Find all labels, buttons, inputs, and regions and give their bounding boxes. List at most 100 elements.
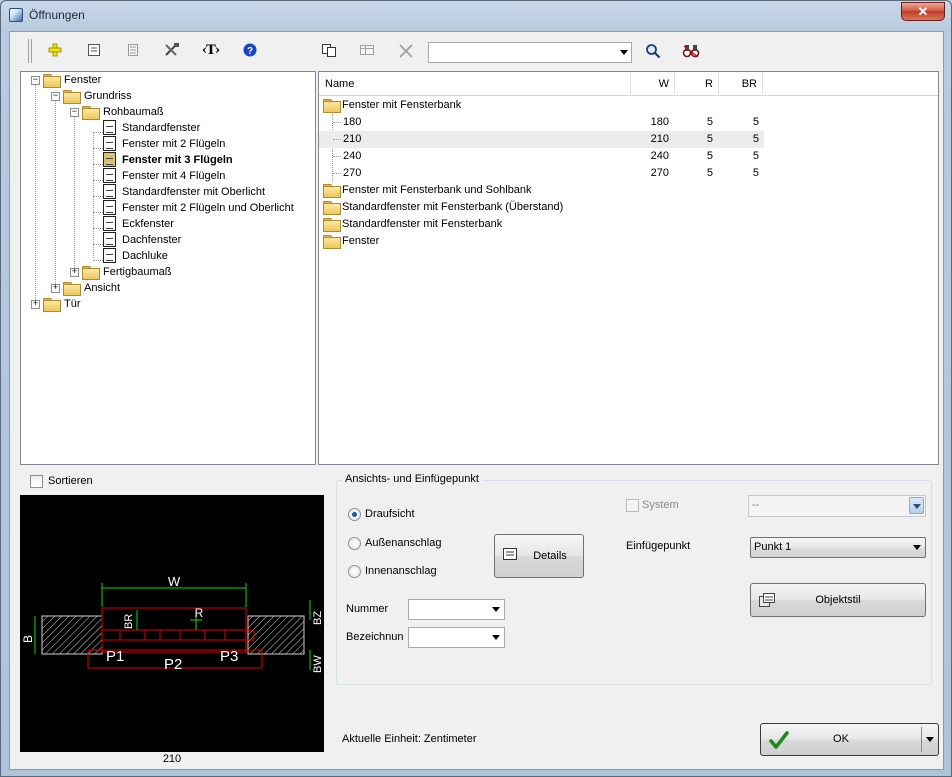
tree-item-fenster-3-fluegel[interactable]: Fenster mit 3 Flügeln	[103, 152, 235, 168]
list-row[interactable]: 180 180 5 5	[319, 114, 764, 131]
tools-icon[interactable]	[161, 41, 183, 61]
list-cell-w: 270	[650, 167, 669, 179]
search-icon[interactable]	[642, 41, 664, 61]
list-folder[interactable]: Standardfenster mit Fensterbank (Übersta…	[323, 199, 563, 216]
list-folder[interactable]: Fenster mit Fensterbank und Sohlbank	[323, 182, 532, 199]
sash-outline	[101, 629, 255, 641]
window-document-icon	[103, 120, 116, 135]
radio-innenanschlag[interactable]	[348, 565, 361, 578]
system-value: --	[752, 499, 760, 511]
tree-expand-ansicht[interactable]: +	[51, 284, 60, 293]
close-button[interactable]: ✕	[901, 2, 945, 21]
einfuegepunkt-dropdown[interactable]: Punkt 1	[750, 537, 926, 558]
tree-node-grundriss[interactable]: Grundriss	[63, 88, 134, 104]
window-document-icon	[103, 152, 116, 167]
radio-draufsicht[interactable]	[348, 508, 361, 521]
folder-icon	[323, 201, 341, 215]
dialog-window: Öffnungen ✕ ‹T› ? − Fenster − Grundriss …	[0, 0, 952, 777]
ok-dropdown-chevron-icon[interactable]	[926, 737, 934, 742]
tree-node-tuer[interactable]: Tür	[43, 296, 83, 312]
list-icon[interactable]	[122, 41, 144, 61]
sort-checkbox[interactable]	[30, 475, 43, 488]
window-preview-drawing: W R BR B BZ BW P1 P2 P3	[21, 574, 324, 673]
tree-item-label: Fenster mit 3 Flügeln	[120, 152, 235, 168]
tree-node-label: Fertigbaumaß	[103, 266, 172, 278]
column-header-w[interactable]: W	[631, 72, 675, 96]
list-cell-r: 5	[706, 133, 713, 145]
wall-right	[247, 615, 305, 655]
tree-item-fenster-2-fluegel[interactable]: Fenster mit 2 Flügeln	[103, 136, 227, 152]
tree-item-dachfenster[interactable]: Dachfenster	[103, 232, 183, 248]
ok-label: OK	[833, 733, 849, 745]
toolbar-grip[interactable]	[28, 39, 32, 63]
system-checkbox[interactable]	[626, 499, 639, 512]
tree-item-eckfenster[interactable]: Eckfenster	[103, 216, 176, 232]
tree-item-label: Standardfenster	[122, 122, 201, 134]
list-header: Name W R BR	[319, 72, 938, 96]
help-icon[interactable]: ?	[239, 41, 261, 61]
list-row[interactable]: 240 240 5 5	[319, 148, 764, 165]
radio-label-aussenanschlag: Außenanschlag	[365, 537, 442, 549]
tree-expand-fertigbaumass[interactable]: +	[70, 268, 79, 277]
nummer-dropdown[interactable]	[408, 599, 505, 620]
column-header-r[interactable]: R	[675, 72, 719, 96]
tree-item-standardfenster-oberlicht[interactable]: Standardfenster mit Oberlicht	[103, 184, 267, 200]
list-cell-br: 5	[752, 150, 759, 162]
tree-node-fertigbaumass[interactable]: Fertigbaumaß	[82, 264, 173, 280]
window-document-icon	[103, 168, 116, 183]
list-cell-r: 5	[706, 150, 713, 162]
tree-node-ansicht[interactable]: Ansicht	[63, 280, 122, 296]
object-list[interactable]: Name W R BR Fenster mit Fensterbank 180 …	[318, 71, 939, 465]
chevron-down-icon[interactable]	[492, 607, 500, 612]
folder-icon	[63, 282, 81, 296]
copy-icon[interactable]	[318, 41, 340, 61]
table-icon[interactable]	[356, 41, 378, 61]
tree-item-standardfenster[interactable]: Standardfenster	[103, 120, 202, 136]
column-header-br[interactable]: BR	[719, 72, 763, 96]
column-header-name[interactable]: Name	[319, 72, 631, 96]
object-style-icon	[759, 593, 775, 607]
tree-node-fenster[interactable]: Fenster	[43, 72, 103, 88]
app-icon	[9, 8, 23, 22]
list-folder[interactable]: Standardfenster mit Fensterbank	[323, 216, 502, 233]
chevron-down-icon[interactable]	[492, 635, 500, 640]
toolbar: ‹T› ?	[10, 32, 943, 70]
list-row[interactable]: 210 210 5 5	[319, 131, 764, 148]
chevron-down-icon[interactable]	[909, 497, 924, 514]
tree-collapse-fenster[interactable]: −	[31, 76, 40, 85]
tree-item-fenster-2-fluegel-oberlicht[interactable]: Fenster mit 2 Flügeln und Oberlicht	[103, 200, 296, 216]
search-combobox[interactable]	[428, 42, 632, 63]
tree-item-fenster-4-fluegel[interactable]: Fenster mit 4 Flügeln	[103, 168, 227, 184]
chevron-down-icon[interactable]	[620, 50, 628, 55]
system-dropdown[interactable]: --	[748, 495, 926, 517]
group-title: Ansichts- und Einfügepunkt	[342, 473, 482, 485]
einfuegepunkt-value: Punkt 1	[754, 541, 792, 553]
properties-icon[interactable]	[83, 41, 105, 61]
add-icon[interactable]	[44, 41, 66, 61]
tree-node-rohbaumass[interactable]: Rohbaumaß	[82, 104, 166, 120]
bezeichnung-label: Bezeichnun	[346, 631, 404, 643]
radio-aussenanschlag[interactable]	[348, 537, 361, 550]
preview-label-b: B	[21, 635, 35, 643]
delete-icon[interactable]	[395, 41, 417, 61]
folder-open-icon	[323, 99, 341, 113]
chevron-down-icon[interactable]	[913, 545, 921, 550]
category-tree[interactable]: − Fenster − Grundriss − Rohbaumaß Standa…	[20, 71, 316, 465]
list-folder-open[interactable]: Fenster mit Fensterbank	[323, 97, 763, 114]
tree-collapse-grundriss[interactable]: −	[51, 92, 60, 101]
binoculars-icon[interactable]	[680, 41, 702, 61]
text-tag-icon[interactable]: ‹T›	[200, 41, 222, 61]
window-document-icon	[103, 216, 116, 231]
tree-item-dachluke[interactable]: Dachluke	[103, 248, 170, 264]
tree-expand-tuer[interactable]: +	[31, 300, 40, 309]
details-button[interactable]: Details	[494, 534, 584, 578]
objektstil-button[interactable]: Objektstil	[750, 583, 926, 617]
window-title: Öffnungen	[29, 8, 85, 22]
list-row[interactable]: 270 270 5 5	[319, 165, 764, 182]
ok-button[interactable]: OK	[760, 723, 939, 756]
tree-node-label: Tür	[64, 298, 81, 310]
list-folder[interactable]: Fenster	[323, 233, 379, 250]
tree-collapse-rohbaumass[interactable]: −	[70, 108, 79, 117]
list-folder-label: Fenster mit Fensterbank	[342, 99, 462, 111]
bezeichnung-dropdown[interactable]	[408, 627, 505, 648]
